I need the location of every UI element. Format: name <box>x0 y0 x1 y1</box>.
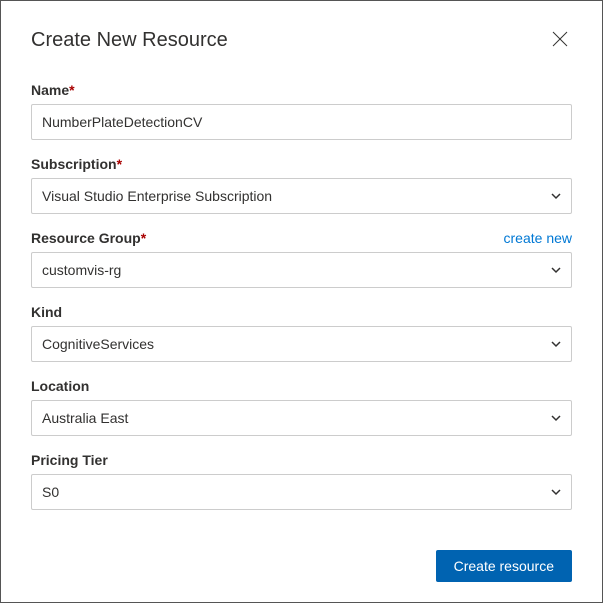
pricing-tier-field-group: Pricing Tier S0 <box>31 452 572 510</box>
name-input[interactable] <box>31 104 572 140</box>
create-resource-button[interactable]: Create resource <box>436 550 572 582</box>
pricing-tier-select[interactable]: S0 <box>31 474 572 510</box>
location-label: Location <box>31 378 89 394</box>
name-label: Name* <box>31 82 75 98</box>
subscription-label: Subscription* <box>31 156 122 172</box>
location-field-group: Location Australia East <box>31 378 572 436</box>
resource-group-select[interactable]: customvis-rg <box>31 252 572 288</box>
location-select[interactable]: Australia East <box>31 400 572 436</box>
close-button[interactable] <box>548 27 572 54</box>
required-mark: * <box>141 230 146 246</box>
kind-field-group: Kind CognitiveServices <box>31 304 572 362</box>
subscription-field-group: Subscription* Visual Studio Enterprise S… <box>31 156 572 214</box>
dialog-footer: Create resource <box>31 530 572 582</box>
kind-label: Kind <box>31 304 62 320</box>
kind-select[interactable]: CognitiveServices <box>31 326 572 362</box>
close-icon <box>552 31 568 50</box>
required-mark: * <box>69 82 74 98</box>
resource-group-field-group: Resource Group* create new customvis-rg <box>31 230 572 288</box>
create-new-link[interactable]: create new <box>504 230 572 246</box>
resource-group-label: Resource Group* <box>31 230 146 246</box>
pricing-tier-label: Pricing Tier <box>31 452 108 468</box>
create-resource-dialog: Create New Resource Name* Subscription* <box>1 1 602 602</box>
dialog-header: Create New Resource <box>31 27 572 54</box>
name-field-group: Name* <box>31 82 572 140</box>
required-mark: * <box>117 156 122 172</box>
dialog-title: Create New Resource <box>31 29 228 52</box>
subscription-select[interactable]: Visual Studio Enterprise Subscription <box>31 178 572 214</box>
